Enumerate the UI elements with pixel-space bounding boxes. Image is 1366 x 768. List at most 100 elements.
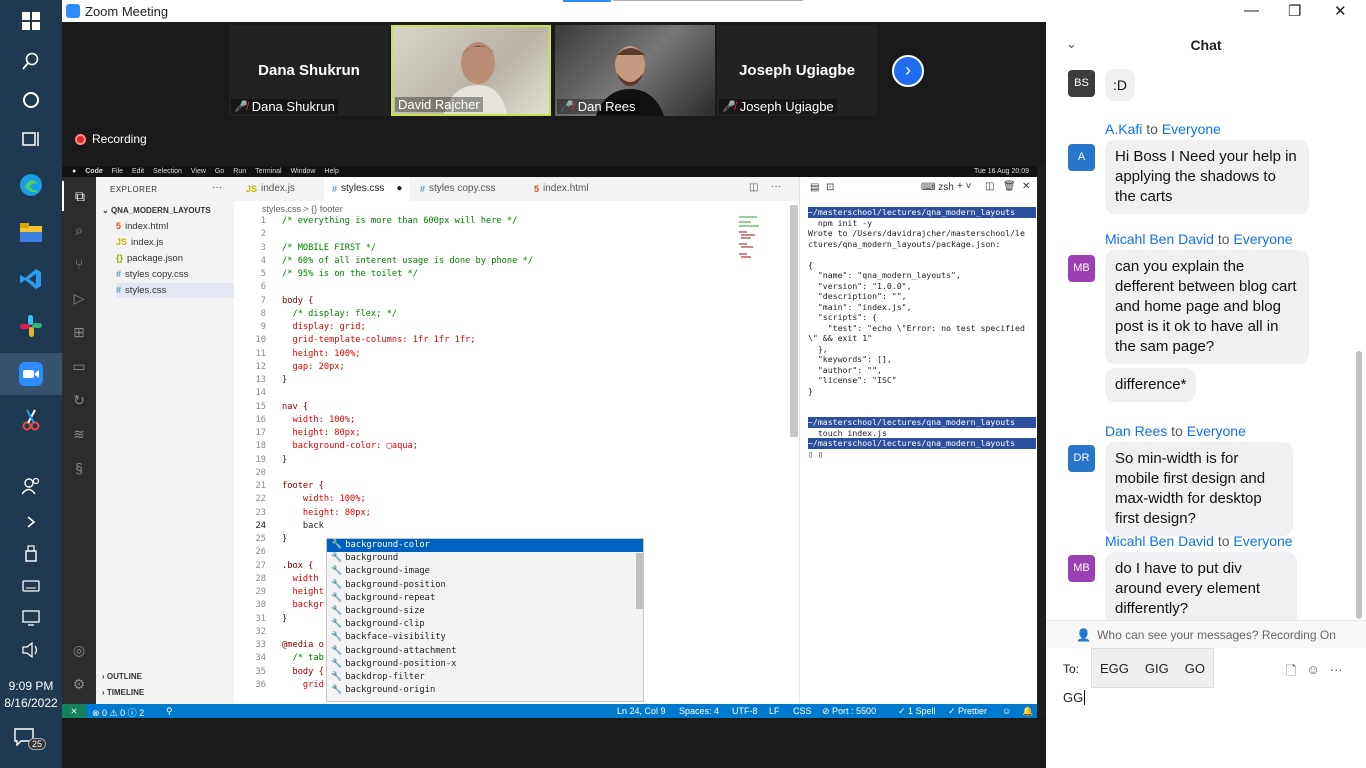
- task-view-icon[interactable]: [11, 120, 51, 158]
- recording-indicator[interactable]: Recording: [75, 132, 147, 146]
- language-indicator[interactable]: CSS: [793, 706, 812, 716]
- split-panel-icon[interactable]: ▤: [810, 182, 819, 193]
- autocomplete-scrollbar[interactable]: [636, 553, 643, 609]
- cursor-position[interactable]: Ln 24, Col 9: [617, 706, 666, 716]
- code-line[interactable]: footer {: [282, 481, 324, 491]
- minimize-button[interactable]: —: [1244, 2, 1259, 19]
- spell-check-indicator[interactable]: ✓ 1 Spell: [898, 706, 936, 717]
- minimap[interactable]: [739, 216, 769, 276]
- terminal-shell-label[interactable]: ⌨ zsh: [921, 182, 954, 193]
- next-page-button[interactable]: ›: [892, 55, 924, 87]
- more-icon[interactable]: ···: [1330, 662, 1343, 684]
- snip-icon[interactable]: [11, 401, 51, 439]
- file-explorer-icon[interactable]: [11, 214, 51, 252]
- code-line[interactable]: body {: [282, 296, 313, 306]
- indentation-indicator[interactable]: Spaces: 4: [679, 706, 719, 716]
- file-item[interactable]: # styles copy.css: [116, 267, 234, 282]
- chat-scrollbar[interactable]: [1356, 351, 1362, 619]
- code-line[interactable]: /* 95% is on the toilet */: [282, 269, 418, 279]
- code-line[interactable]: .box {: [282, 561, 313, 571]
- vscode-icon[interactable]: [11, 260, 51, 298]
- new-terminal-icon[interactable]: + ˅: [957, 181, 971, 192]
- close-button[interactable]: ✕: [1334, 2, 1347, 20]
- cortana-icon[interactable]: [11, 81, 51, 119]
- file-item[interactable]: JS index.js: [116, 235, 234, 250]
- windows-icon[interactable]: [11, 2, 51, 40]
- code-line[interactable]: /* display: flex; */: [282, 309, 397, 319]
- editor-scrollbar[interactable]: [790, 205, 798, 437]
- breadcrumb[interactable]: styles.css > {} footer: [262, 204, 343, 214]
- taskbar-clock[interactable]: 9:09 PM 8/16/2022: [0, 678, 62, 712]
- autocomplete-suggestion[interactable]: 🔧 background-clip: [327, 618, 643, 631]
- suggestion-chip[interactable]: GIG: [1145, 661, 1169, 676]
- autocomplete-suggestion[interactable]: 🔧 background-position: [327, 579, 643, 592]
- autocomplete-suggestion[interactable]: 🔧 background-size: [327, 605, 643, 618]
- code-line[interactable]: }: [282, 534, 287, 544]
- code-line[interactable]: back: [282, 521, 324, 531]
- code-line[interactable]: /* 60% of all interent usage is done by …: [282, 256, 533, 266]
- run-debug-icon[interactable]: ▷: [62, 283, 96, 313]
- tab-styles-css[interactable]: # styles.css ●: [324, 177, 411, 201]
- unsaved-dot-icon[interactable]: ●: [396, 177, 402, 201]
- code-line[interactable]: grid-template-columns: 1fr 1fr 1fr;: [282, 335, 475, 345]
- extensions-icon[interactable]: ⊞: [62, 317, 96, 347]
- file-item[interactable]: 5 index.html: [116, 219, 234, 234]
- code-line[interactable]: body {: [282, 667, 323, 677]
- message-sender[interactable]: Micahl Ben David to Everyone: [1105, 231, 1293, 247]
- problems-indicator[interactable]: ⊗ 0 ⚠ 0 ⓘ 2: [92, 706, 144, 718]
- notification-center-icon[interactable]: 25: [14, 728, 50, 756]
- remote-explorer-icon[interactable]: ▭: [62, 351, 96, 381]
- code-line[interactable]: display: grid;: [282, 322, 365, 332]
- code-line[interactable]: }: [282, 455, 287, 465]
- file-icon[interactable]: 🗋: [1286, 662, 1296, 684]
- autocomplete-suggestion[interactable]: 🔧 background-repeat: [327, 592, 643, 605]
- prettier-indicator[interactable]: ✓ Prettier: [948, 706, 987, 717]
- file-item[interactable]: {} package.json: [116, 251, 234, 266]
- autocomplete-suggestion[interactable]: 🔧 backface-visibility: [327, 631, 643, 644]
- outline-section[interactable]: › OUTLINE: [102, 672, 142, 681]
- terminal-icon[interactable]: ⊡: [826, 182, 834, 193]
- remote-icon[interactable]: ⨯: [62, 704, 86, 718]
- code-line[interactable]: }: [282, 375, 287, 385]
- split-terminal-icon[interactable]: ◫: [985, 181, 994, 192]
- message-sender[interactable]: A.Kafi to Everyone: [1105, 121, 1221, 137]
- autocomplete-suggestion[interactable]: 🔧 background: [327, 552, 643, 565]
- message-bubble[interactable]: Hi Boss I Need your help in applying the…: [1105, 140, 1309, 214]
- zoom-icon[interactable]: [0, 353, 62, 395]
- encoding-indicator[interactable]: UTF-8: [732, 706, 758, 716]
- code-line[interactable]: height: 80px;: [282, 508, 371, 518]
- code-line[interactable]: width: [282, 574, 318, 584]
- split-editor-icon[interactable]: ◫: [749, 182, 758, 193]
- autocomplete-suggestion[interactable]: 🔧 backdrop-filter: [327, 671, 643, 684]
- code-line[interactable]: grid: [282, 680, 324, 690]
- autocomplete-suggestion[interactable]: 🔧 background-color: [327, 539, 643, 553]
- message-bubble[interactable]: :D: [1105, 69, 1135, 101]
- prettier-icon[interactable]: §: [62, 453, 96, 483]
- search-icon[interactable]: ⌕: [62, 215, 96, 245]
- emoji-icon[interactable]: ☺: [1306, 662, 1319, 684]
- code-line[interactable]: width: 100%;: [282, 494, 366, 504]
- code-line[interactable]: nav {: [282, 402, 308, 412]
- volume-icon[interactable]: [11, 631, 51, 669]
- live-server-port[interactable]: ⊘ Port : 5500: [822, 706, 876, 717]
- notifications-bell-icon[interactable]: 🔔: [1022, 706, 1033, 717]
- who-can-see-messages[interactable]: 👤 Who can see your messages? Recording On: [1046, 620, 1366, 648]
- code-line[interactable]: /* MOBILE FIRST */: [282, 243, 376, 253]
- code-line[interactable]: height: 100%;: [282, 349, 360, 359]
- code-line[interactable]: background-color: ▢aqua;: [282, 441, 418, 451]
- participant-tile[interactable]: 🎤̸ Dan Rees: [555, 25, 715, 116]
- code-line[interactable]: height: [282, 587, 323, 597]
- people-icon[interactable]: [11, 467, 51, 505]
- suggestion-chip[interactable]: GO: [1185, 661, 1205, 676]
- source-control-icon[interactable]: ⑂: [62, 249, 96, 279]
- close-panel-icon[interactable]: ✕: [1022, 181, 1030, 192]
- autocomplete-suggestion[interactable]: 🔧 background-image: [327, 565, 643, 578]
- live-share-icon[interactable]: ↻: [62, 385, 96, 415]
- autocomplete-suggestion[interactable]: 🔧 background-origin: [327, 684, 643, 697]
- code-line[interactable]: /* everything is more than 600px will he…: [282, 216, 517, 226]
- more-actions-icon[interactable]: ···: [771, 181, 781, 192]
- eol-indicator[interactable]: LF: [769, 706, 780, 716]
- tab-styles-copy-css[interactable]: # styles copy.css: [412, 177, 504, 201]
- edge-icon[interactable]: [11, 166, 51, 204]
- account-icon[interactable]: ◎: [62, 635, 96, 665]
